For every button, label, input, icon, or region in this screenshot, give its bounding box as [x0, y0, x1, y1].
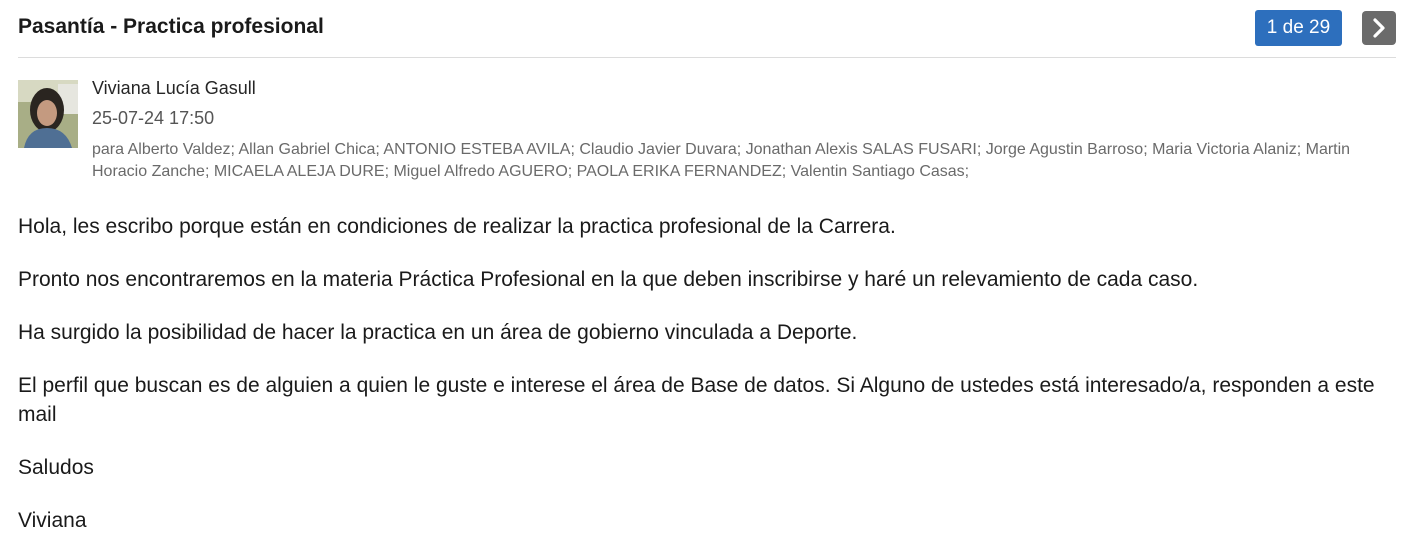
body-paragraph: Pronto nos encontraremos en la materia P…: [18, 268, 1199, 291]
message-counter: 1 de 29: [1255, 10, 1342, 46]
message-body: Hola, les escribo porque están en condic…: [18, 212, 1388, 559]
body-paragraph: Hola, les escribo porque están en condic…: [18, 215, 896, 238]
body-paragraph: Ha surgido la posibilidad de hacer la pr…: [18, 321, 858, 344]
body-paragraph: Saludos: [18, 456, 94, 479]
message-subject: Pasantía - Practica profesional: [18, 15, 324, 38]
recipients-list: para Alberto Valdez; Allan Gabriel Chica…: [92, 141, 1351, 180]
chevron-right-icon: [1373, 18, 1385, 38]
sender-name: Viviana Lucía Gasull: [92, 78, 256, 98]
avatar[interactable]: [18, 80, 78, 148]
message-date: 25-07-24 17:50: [92, 108, 215, 128]
message-header: Pasantía - Practica profesional 1 de 29: [18, 0, 1396, 58]
next-message-button[interactable]: [1362, 11, 1396, 45]
body-paragraph: Viviana: [18, 509, 87, 532]
body-paragraph: El perfil que buscan es de alguien a qui…: [18, 374, 1375, 426]
